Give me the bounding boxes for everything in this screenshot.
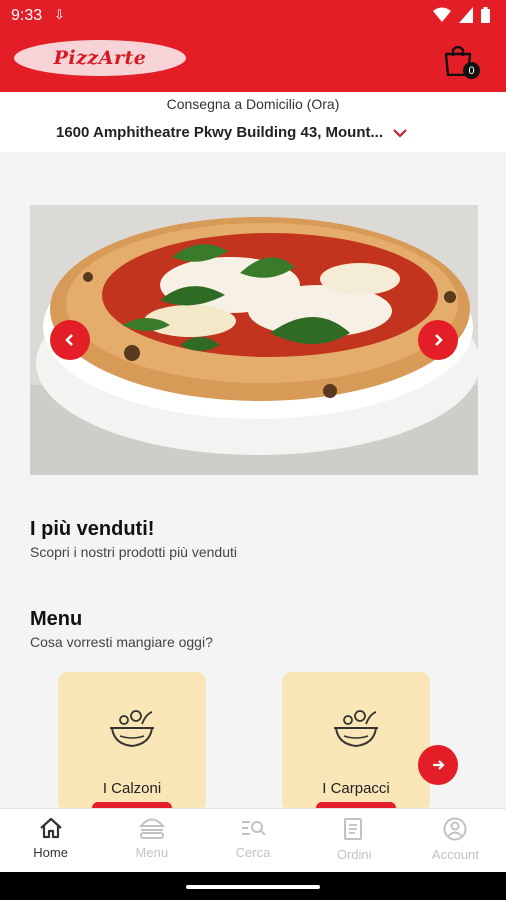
- nav-item-home[interactable]: Home: [0, 809, 101, 872]
- nav-item-account[interactable]: Account: [405, 809, 506, 872]
- chevron-right-icon: [435, 334, 443, 346]
- signal-icon: [459, 7, 473, 23]
- delivery-address: 1600 Amphitheatre Pkwy Building 43, Moun…: [56, 124, 384, 141]
- nav-label: Account: [431, 847, 479, 862]
- brand-logo[interactable]: PizzArte: [14, 40, 186, 76]
- menu-subtitle: Cosa vorresti mangiare oggi?: [30, 634, 213, 650]
- status-time: 9:33: [11, 7, 43, 24]
- logo-text: PizzArte: [53, 47, 147, 69]
- nav-item-search[interactable]: Cerca: [202, 809, 303, 872]
- nav-item-orders[interactable]: Ordini: [304, 809, 405, 872]
- search-list-icon: [242, 821, 266, 836]
- nav-label: Cerca: [235, 845, 271, 860]
- burger-icon: [138, 818, 165, 839]
- nav-label: Home: [33, 845, 68, 860]
- carousel-prev-button[interactable]: [50, 320, 90, 360]
- food-bowl-icon: [334, 710, 378, 748]
- system-navigation-bar: [0, 872, 506, 900]
- status-icons: [433, 7, 490, 23]
- download-icon: ⇩: [54, 7, 65, 22]
- status-bar: 9:33 ⇩: [0, 0, 506, 32]
- home-icon: [39, 817, 62, 839]
- nav-label: Ordini: [336, 847, 372, 862]
- wifi-icon: [433, 7, 451, 22]
- bestsellers-subtitle: Scopri i nostri prodotti più venduti: [30, 544, 237, 560]
- cart-count-badge: 0: [463, 62, 480, 79]
- bestsellers-title: I più venduti!: [30, 518, 155, 540]
- category-card-calzoni[interactable]: I Calzoni: [58, 672, 206, 812]
- home-gesture-handle[interactable]: [186, 885, 320, 889]
- carousel-next-button[interactable]: [418, 320, 458, 360]
- nav-label: Menu: [135, 845, 169, 860]
- battery-icon: [481, 7, 490, 23]
- hero-carousel[interactable]: [30, 205, 478, 475]
- app-header: 9:33 ⇩ PizzArte 0: [0, 0, 506, 92]
- address-selector[interactable]: 1600 Amphitheatre Pkwy Building 43, Moun…: [56, 124, 407, 141]
- category-label: I Carpacci: [322, 780, 390, 797]
- account-icon: [443, 817, 467, 841]
- pizza-image: [30, 205, 478, 475]
- arrow-right-icon: [433, 760, 445, 770]
- menu-title: Menu: [30, 608, 83, 630]
- chevron-down-icon: [393, 128, 407, 138]
- chevron-left-icon: [65, 334, 73, 346]
- bottom-navigation: Home Menu Cerca Ordini Account: [0, 808, 506, 872]
- menu-next-button[interactable]: [418, 745, 458, 785]
- nav-item-menu[interactable]: Menu: [101, 809, 202, 872]
- category-label: I Calzoni: [102, 780, 162, 797]
- category-card-carpacci[interactable]: I Carpacci: [282, 672, 430, 812]
- delivery-mode: Consegna a Domicilio (Ora): [166, 96, 340, 112]
- receipt-icon: [344, 818, 363, 840]
- delivery-bar[interactable]: Consegna a Domicilio (Ora) 1600 Amphithe…: [0, 92, 506, 152]
- food-bowl-icon: [110, 710, 154, 748]
